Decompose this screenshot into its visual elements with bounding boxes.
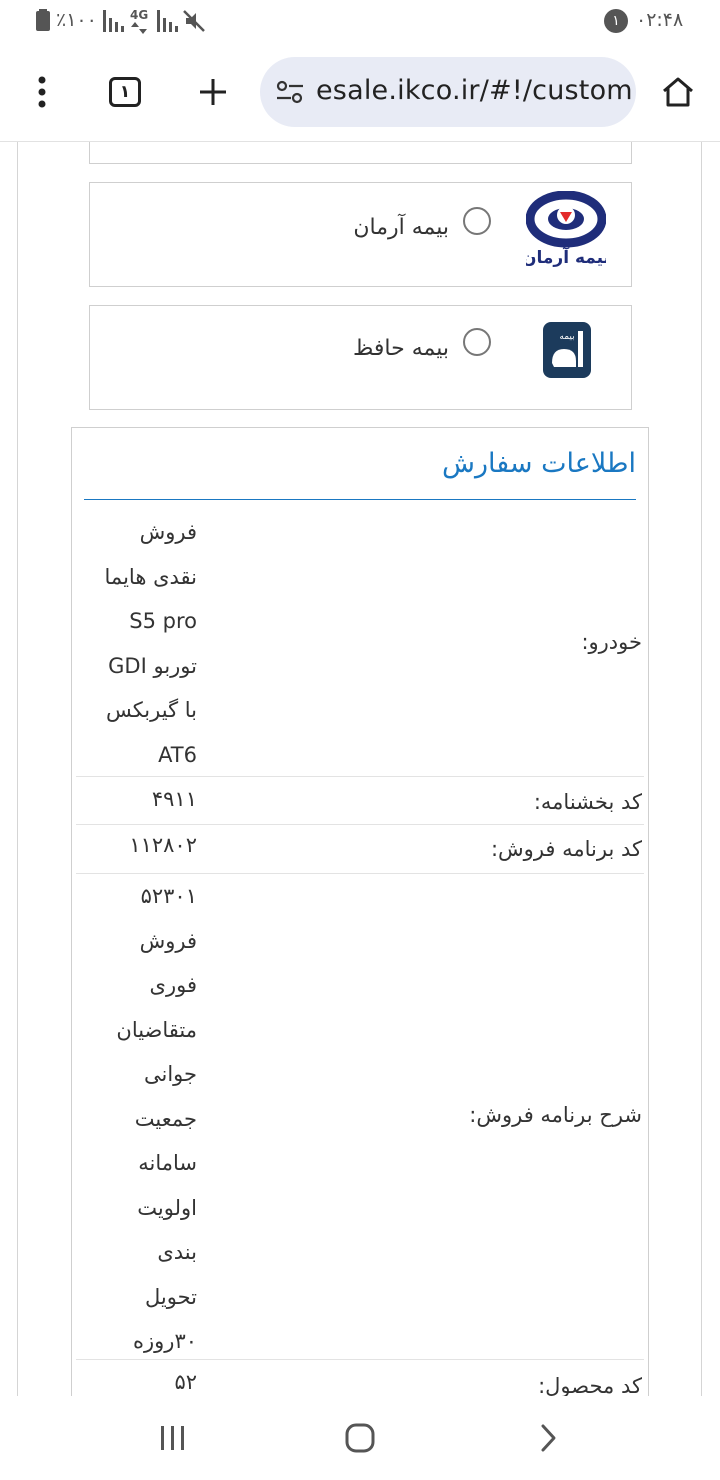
hafez-logo-text: بیمه: [559, 332, 574, 342]
new-tab-button[interactable]: [191, 70, 235, 114]
page-border-left: [17, 142, 18, 1396]
row-label-program-desc: شرح برنامه فروش:: [469, 1103, 642, 1127]
row-value-car: فروش نقدی هایما S5 pro توربو GDI با گیرب…: [97, 510, 197, 777]
home-circle-icon: [345, 1423, 375, 1453]
data-arrows-icon: [131, 22, 147, 34]
value-line: تحویل: [145, 1284, 197, 1309]
value-line: جوانی: [143, 1062, 197, 1086]
clock: ۰۲:۴۸: [636, 9, 684, 31]
value-line: بندی: [157, 1240, 197, 1264]
value-line: با گیربکس: [105, 698, 197, 722]
page-border-right: [701, 142, 702, 1396]
status-bar: ٪۱۰۰ 4G ۱ ۰۲:۴۸: [0, 0, 720, 42]
more-vert-icon: [38, 76, 46, 108]
home-icon: [663, 77, 693, 107]
value-line: ۵۲: [174, 1370, 197, 1394]
system-nav-bar: [0, 1396, 720, 1480]
radio-hafez[interactable]: [463, 328, 491, 356]
insurance-option-partial[interactable]: [89, 142, 632, 164]
order-info-panel: اطلاعات سفارش خودرو: فروش نقدی هایما S5 …: [71, 427, 649, 1396]
page-content: بیمه آرمان بیمه آرمان بیمه بیمه حافظ اطل…: [0, 142, 720, 1396]
row-value-circular-code: ۴۹۱۱: [97, 777, 197, 822]
signal-icon-2: [157, 10, 178, 32]
order-row-car: خودرو: فروش نقدی هایما S5 pro توربو GDI …: [76, 510, 644, 777]
browser-toolbar: ۱ esale.ikco.ir/#!/custom: [0, 42, 720, 142]
home-nav-button[interactable]: [338, 1420, 382, 1456]
address-bar[interactable]: esale.ikco.ir/#!/custom: [260, 57, 636, 127]
plus-icon: [200, 79, 226, 105]
arman-logo-text: بیمه آرمان: [526, 246, 606, 268]
value-line: فوری: [149, 973, 197, 997]
arman-insurance-logo: بیمه آرمان: [526, 191, 606, 268]
value-line: توربو GDI: [108, 653, 197, 678]
network-type: 4G: [130, 8, 149, 22]
title-divider: [84, 499, 636, 500]
chevron-right-icon: [541, 1424, 556, 1452]
row-value-product-code: ۵۲: [97, 1360, 197, 1396]
back-button[interactable]: [526, 1420, 570, 1456]
value-line: فروش: [139, 520, 197, 544]
value-line: ۱۱۲۸۰۲: [129, 833, 197, 857]
row-label-product-code: کد محصول:: [538, 1374, 642, 1396]
value-line: فروش: [139, 928, 197, 953]
value-line: AT6: [158, 742, 197, 767]
row-label-car: خودرو:: [581, 630, 642, 654]
value-line: ۵۲۳۰۱: [140, 884, 197, 908]
tab-count: ۱: [109, 77, 141, 107]
value-line: نقدی هایما: [104, 564, 197, 589]
site-settings-icon[interactable]: [276, 80, 304, 104]
order-row-program-desc: شرح برنامه فروش: ۵۲۳۰۱ فروش فوری متقاضیا…: [76, 874, 644, 1360]
order-row-product-code: کد محصول: ۵۲: [76, 1360, 644, 1396]
order-info-title: اطلاعات سفارش: [442, 448, 636, 479]
label-hafez: بیمه حافظ: [353, 336, 449, 361]
battery-icon: [36, 9, 50, 31]
menu-button[interactable]: [20, 70, 64, 114]
insurance-option-hafez[interactable]: بیمه بیمه حافظ: [89, 305, 632, 410]
value-line: جمعیت: [134, 1106, 197, 1131]
recents-icon: [161, 1426, 184, 1450]
notification-badge: ۱: [604, 9, 628, 33]
row-value-program-code: ۱۱۲۸۰۲: [97, 823, 197, 868]
recent-apps-button[interactable]: [151, 1420, 195, 1456]
hafez-insurance-logo: بیمه: [543, 322, 591, 378]
insurance-option-arman[interactable]: بیمه آرمان بیمه آرمان: [89, 182, 632, 287]
row-value-program-desc: ۵۲۳۰۱ فروش فوری متقاضیان جوانی جمعیت سام…: [97, 874, 197, 1364]
label-arman: بیمه آرمان: [353, 215, 449, 240]
url-text[interactable]: esale.ikco.ir/#!/custom: [316, 75, 633, 106]
mute-icon: [183, 10, 205, 32]
value-line: ۴۹۱۱: [151, 787, 197, 811]
value-line: ۳۰روزه: [133, 1329, 197, 1353]
home-button[interactable]: [656, 70, 700, 114]
tabs-button[interactable]: ۱: [103, 70, 147, 114]
value-line: اولویت: [137, 1195, 197, 1220]
signal-icon: [103, 10, 124, 32]
value-line: متقاضیان: [116, 1017, 197, 1042]
battery-percent: ٪۱۰۰: [56, 9, 97, 31]
value-line: سامانه: [138, 1151, 197, 1175]
value-line: S5 pro: [129, 609, 197, 633]
row-label-program-code: کد برنامه فروش:: [490, 837, 642, 861]
order-row-circular-code: کد بخشنامه: ۴۹۱۱: [76, 777, 644, 825]
row-label-circular-code: کد بخشنامه:: [533, 790, 642, 814]
order-row-program-code: کد برنامه فروش: ۱۱۲۸۰۲: [76, 825, 644, 874]
radio-arman[interactable]: [463, 207, 491, 235]
